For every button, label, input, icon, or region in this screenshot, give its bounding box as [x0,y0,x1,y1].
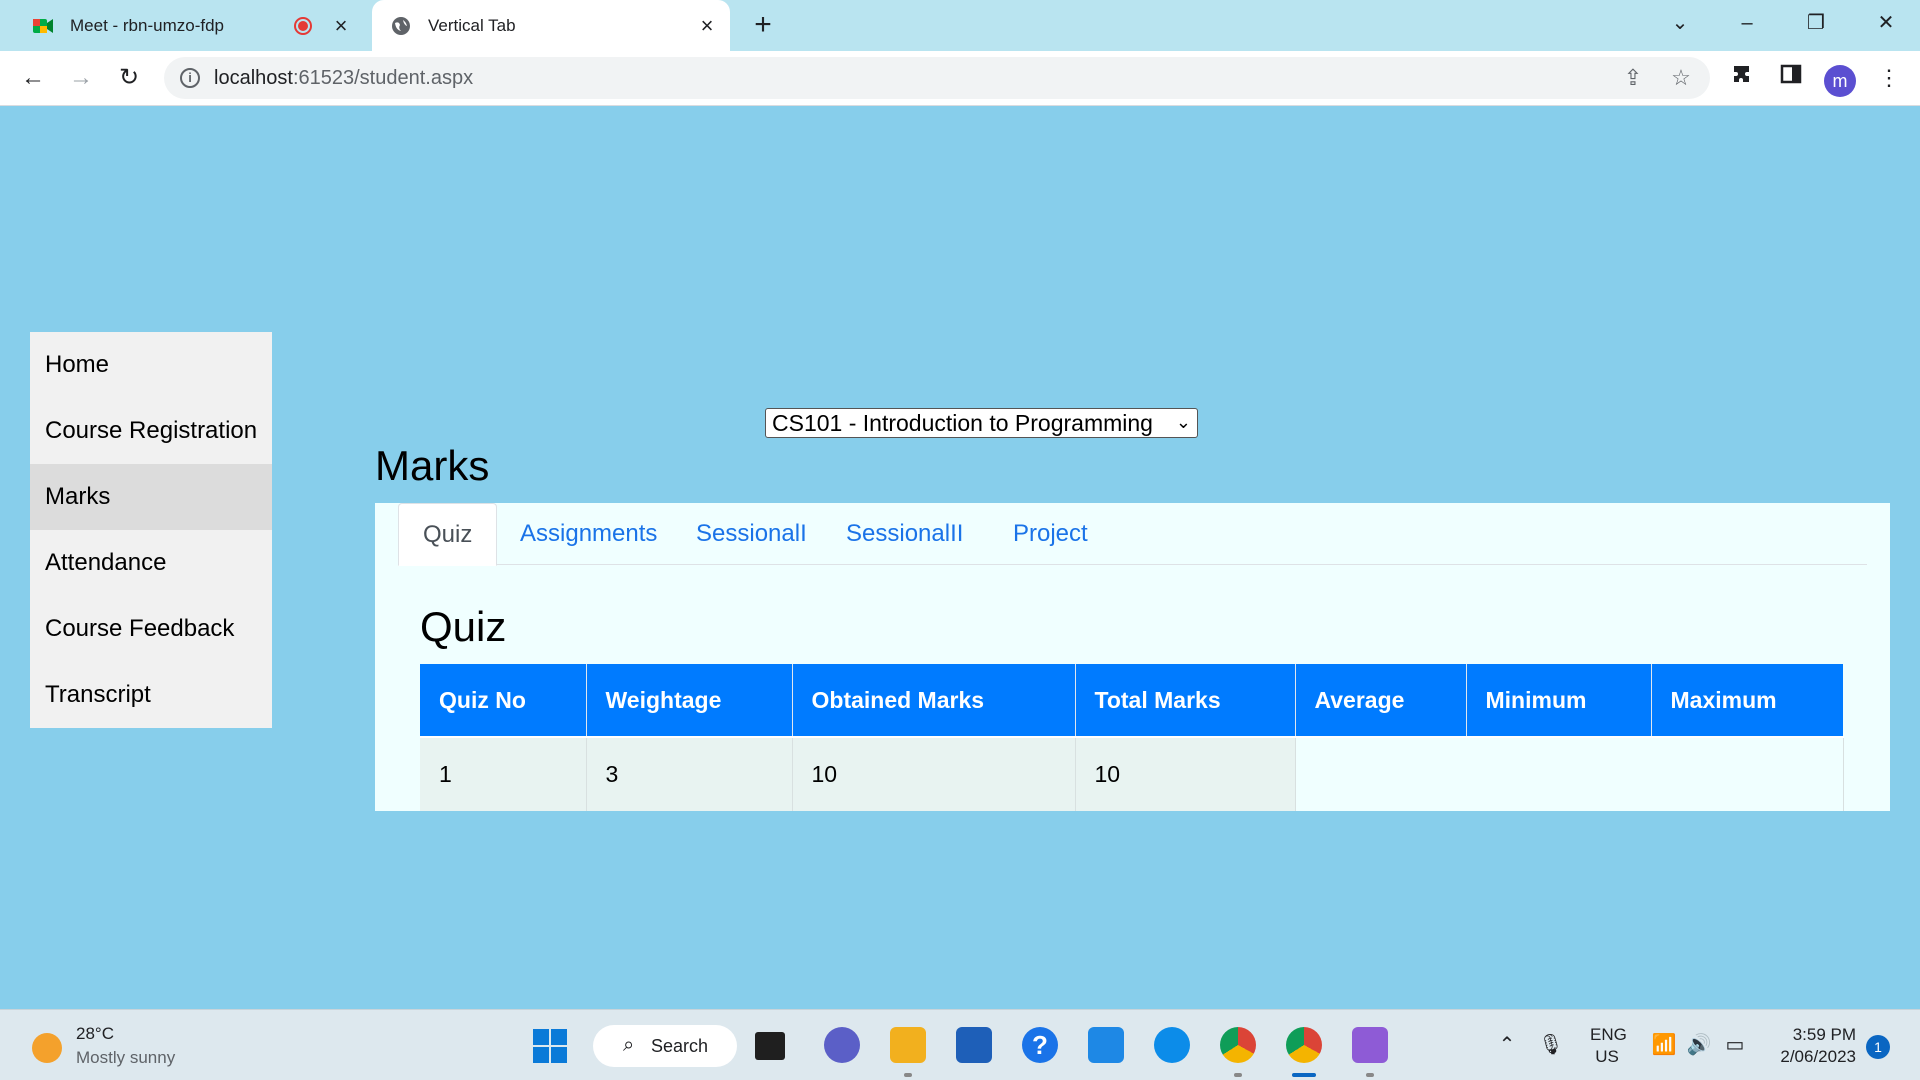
app-running-indicator [904,1073,912,1077]
taskbar-clock[interactable]: 3:59 PM 2/06/2023 [1770,1024,1856,1068]
page-title: Marks [375,442,490,489]
forward-arrow-icon[interactable]: → [66,63,96,93]
tab-quiz[interactable]: Quiz [398,503,498,566]
sidebar-item-course-feedback[interactable]: Course Feedback [30,596,272,662]
sidebar-item-home[interactable]: Home [30,332,272,398]
table-cell-empty [1295,736,1844,811]
volume-icon[interactable]: 🔊 [1686,1032,1712,1057]
microsoft-store-icon[interactable] [956,1027,992,1063]
task-view-icon[interactable] [755,1032,785,1060]
browser-tab-vertical[interactable]: Vertical Tab × [372,0,730,51]
table-cell: 10 [1075,736,1296,811]
course-select-value: CS101 - Introduction to Programming [772,409,1153,436]
sidebar-item-marks[interactable]: Marks [30,464,272,530]
marks-panel: Quiz Assignments SessionalI SessionalII … [375,503,1890,811]
browser-tab-strip: Meet - rbn-umzo-fdp × Vertical Tab × + ⌄… [0,0,1920,51]
app-running-indicator [1234,1073,1242,1077]
section-title: Quiz [420,603,507,650]
bookmark-star-icon[interactable]: ☆ [1668,65,1694,91]
marks-tabs: Quiz Assignments SessionalI SessionalII … [398,503,1867,566]
taskbar-search-label: Search [651,1035,709,1056]
myhp-icon[interactable] [1088,1027,1124,1063]
weather-temperature[interactable]: 28°C [76,1024,114,1044]
clock-date: 2/06/2023 [1780,1047,1856,1066]
new-tab-button[interactable]: + [748,10,778,40]
column-header: Average [1295,664,1467,737]
side-panel-icon[interactable] [1776,63,1806,93]
table-cell: 10 [792,736,1076,811]
restore-icon[interactable]: ❐ [1796,8,1836,38]
windows-start-icon[interactable] [533,1029,567,1063]
extensions-puzzle-icon[interactable] [1728,63,1758,93]
close-window-icon[interactable]: ✕ [1866,8,1906,38]
clock-time: 3:59 PM [1792,1025,1856,1044]
show-hidden-icons-chevron-icon[interactable]: ⌃ [1494,1032,1520,1057]
table-row: 1 3 10 10 [420,736,1844,811]
battery-icon[interactable]: ▭ [1722,1032,1748,1057]
chrome-browser-profile-icon[interactable] [1286,1027,1322,1063]
back-arrow-icon[interactable]: ← [18,63,48,93]
chevron-down-icon: ⌄ [1175,412,1191,432]
reload-icon[interactable]: ↻ [114,63,144,93]
windows-taskbar: 28°C Mostly sunny ⌕ Search ? ⌃ 🎙 ENG US … [0,1009,1920,1080]
sidebar-nav: Home Course Registration Marks Attendanc… [30,332,272,728]
tab-sessional-i[interactable]: SessionalI [672,503,831,565]
browser-tab-title: Vertical Tab [428,15,516,35]
sidebar-item-attendance[interactable]: Attendance [30,530,272,596]
table-header-row: Quiz No Weightage Obtained Marks Total M… [420,664,1843,737]
app-active-indicator [1292,1073,1316,1077]
microphone-icon[interactable]: 🎙 [1538,1032,1564,1057]
url-path: :61523/student.aspx [292,66,474,89]
column-header: Minimum [1466,664,1652,737]
table-cell: 1 [420,736,587,811]
globe-icon [390,15,412,37]
close-tab-icon[interactable]: × [330,14,352,37]
column-header: Maximum [1651,664,1843,737]
weather-description[interactable]: Mostly sunny [76,1048,175,1068]
help-question-icon[interactable]: ? [1022,1027,1058,1063]
column-header: Quiz No [420,664,587,737]
tab-project[interactable]: Project [989,503,1112,565]
language-code: ENG [1590,1025,1627,1044]
sidebar-item-transcript[interactable]: Transcript [30,662,272,728]
quiz-marks-table: Quiz No Weightage Obtained Marks Total M… [420,664,1844,811]
taskbar-search[interactable]: ⌕ Search [593,1025,737,1067]
recording-icon [294,16,312,35]
column-header: Total Marks [1075,664,1296,737]
share-icon[interactable]: ⇪ [1620,65,1646,91]
close-tab-icon[interactable]: × [696,14,718,37]
column-header: Weightage [586,664,793,737]
course-select[interactable]: CS101 - Introduction to Programming ⌄ [765,408,1198,438]
tab-search-chevron-icon[interactable]: ⌄ [1660,8,1700,38]
browser-toolbar: ← → ↻ i localhost:61523/student.aspx ⇪ ☆… [0,51,1920,106]
google-meet-icon [32,15,54,37]
search-icon: ⌕ [623,1034,635,1056]
url-host: localhost [214,66,293,89]
notification-badge[interactable]: 1 [1866,1035,1890,1059]
visual-studio-icon[interactable] [1352,1027,1388,1063]
profile-avatar[interactable]: m [1824,65,1856,97]
region-code: US [1595,1047,1619,1066]
address-url: localhost:61523/student.aspx [214,67,473,90]
minimize-icon[interactable]: – [1727,8,1767,38]
browser-tab-title: Meet - rbn-umzo-fdp [70,15,224,35]
app-running-indicator [1366,1073,1374,1077]
edge-browser-icon[interactable] [1154,1027,1190,1063]
chrome-browser-icon[interactable] [1220,1027,1256,1063]
file-explorer-icon[interactable] [890,1027,926,1063]
browser-tab-meet[interactable]: Meet - rbn-umzo-fdp × [18,0,364,51]
sidebar-item-course-registration[interactable]: Course Registration [30,398,272,464]
weather-sun-icon[interactable] [32,1033,62,1063]
input-language[interactable]: ENG US [1590,1024,1627,1068]
table-cell: 3 [586,736,793,811]
menu-kebab-icon[interactable]: ⋮ [1874,63,1904,93]
tab-assignments[interactable]: Assignments [496,503,681,565]
column-header: Obtained Marks [792,664,1076,737]
tab-sessional-ii[interactable]: SessionalII [822,503,987,565]
address-bar[interactable]: i localhost:61523/student.aspx ⇪ ☆ [164,57,1710,99]
site-info-icon[interactable]: i [180,68,200,88]
teams-chat-icon[interactable] [824,1027,860,1063]
wifi-icon[interactable]: 📶 [1651,1032,1677,1057]
